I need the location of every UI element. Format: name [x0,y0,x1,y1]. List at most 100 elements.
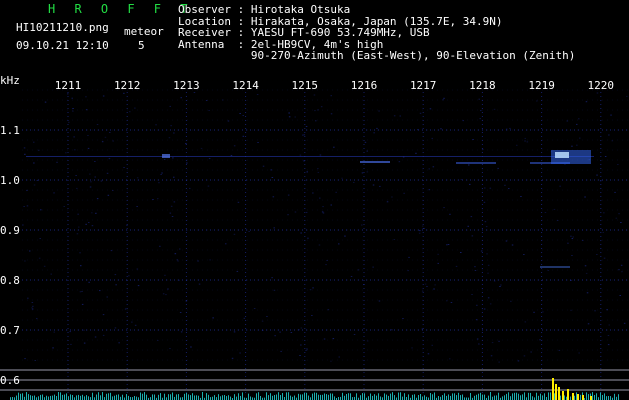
noise-speck [578,352,580,354]
noise-speck [523,355,526,357]
level-bar [288,392,289,400]
noise-speck [300,232,302,234]
noise-speck [467,225,469,227]
noise-speck [418,232,421,234]
noise-speck [164,274,166,276]
level-peak [562,391,564,400]
noise-speck [39,238,41,239]
noise-speck [129,111,131,113]
noise-speck [571,255,573,256]
noise-speck [256,94,259,95]
noise-speck [118,342,120,344]
noise-speck [27,297,29,299]
noise-speck [330,95,332,97]
noise-speck [205,100,208,101]
level-bar [250,396,251,400]
level-bar [58,392,59,400]
noise-speck [90,181,92,183]
level-bar [384,393,385,400]
noise-speck [231,357,234,359]
level-bar [82,394,83,400]
level-bar [256,393,257,400]
level-bar [536,392,537,400]
noise-speck [584,196,586,198]
noise-speck [101,141,104,143]
noise-speck [618,269,620,271]
level-bar [228,395,229,400]
level-bar [580,394,581,400]
level-bar [564,395,565,400]
file-name: HI10211210.png [16,21,109,34]
noise-speck [131,321,133,323]
noise-speck [112,140,114,142]
level-bar [240,395,241,400]
noise-speck [443,97,445,99]
level-bar [142,393,143,400]
noise-speck [608,324,610,326]
level-bar [346,394,347,400]
noise-speck [323,338,326,340]
noise-speck [299,355,301,356]
level-bar [46,395,47,400]
noise-speck [426,286,428,287]
noise-speck [505,240,508,242]
level-bar [294,395,295,400]
level-bar [64,394,65,400]
noise-speck [489,187,492,189]
level-bar [386,394,387,400]
noise-speck [197,260,199,262]
level-peak [567,389,569,400]
level-bar [108,393,109,400]
noise-speck [607,335,610,336]
noise-speck [479,118,481,120]
noise-speck [67,93,69,95]
level-bar [482,394,483,400]
level-bar [334,396,335,400]
noise-speck [87,147,90,149]
level-bar [70,394,71,400]
noise-speck [69,331,71,333]
time-tick-label: 1212 [114,79,141,92]
level-bar [460,395,461,400]
noise-speck [596,254,598,255]
noise-speck [114,327,117,329]
noise-speck [294,211,297,213]
noise-speck [80,265,82,267]
noise-speck [603,212,605,214]
noise-speck [160,174,162,175]
noise-speck [434,284,436,286]
level-bar [364,393,365,400]
axis-unit: kHz [0,76,20,87]
noise-speck [403,192,405,194]
level-bar [520,395,521,400]
level-bar [320,394,321,400]
noise-speck [198,283,201,285]
level-bar [470,393,471,400]
noise-speck [378,110,380,112]
level-bar [398,392,399,400]
noise-speck [474,270,477,271]
antenna-row-2: 90-270-Azimuth (East-West), 90-Elevation… [178,50,576,62]
noise-speck [96,124,99,125]
noise-speck [91,212,93,214]
noise-speck [423,228,425,229]
noise-speck [262,165,265,167]
level-bar [190,395,191,400]
level-bar [362,393,363,400]
noise-speck [108,158,111,160]
noise-speck [163,159,166,160]
noise-speck [185,143,187,145]
level-bar [40,394,41,400]
level-bar [96,394,97,400]
noise-speck [584,265,587,267]
noise-speck [185,300,188,302]
noise-speck [505,128,508,130]
noise-speck [173,201,176,203]
level-bar [98,392,99,400]
noise-speck [372,266,374,268]
noise-speck [428,189,431,191]
level-bar [114,395,115,400]
level-peak [555,384,557,400]
noise-speck [75,175,77,176]
noise-speck [239,113,241,114]
